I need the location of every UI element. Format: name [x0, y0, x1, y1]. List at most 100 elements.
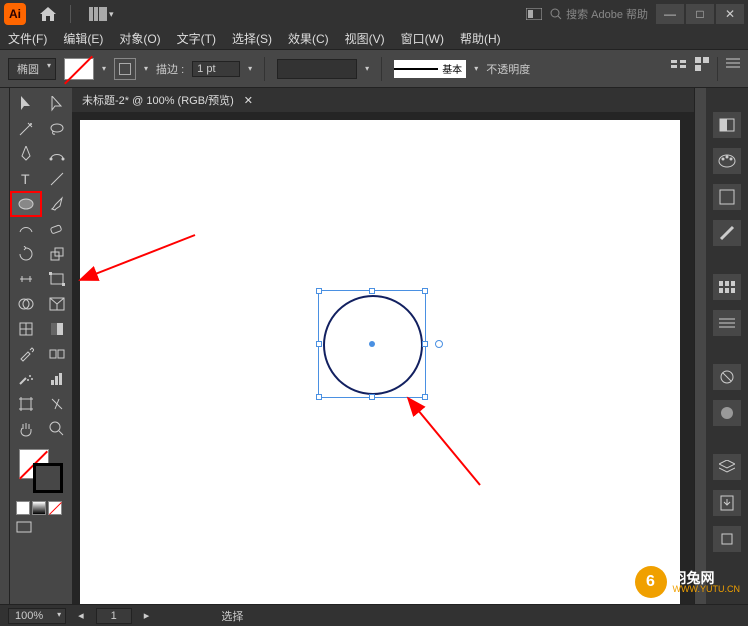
resize-handle-e[interactable]	[422, 341, 428, 347]
gradient-tool[interactable]	[42, 317, 72, 341]
stroke-swatch[interactable]	[114, 58, 136, 80]
menu-file[interactable]: 文件(F)	[8, 30, 47, 47]
rotate-tool[interactable]	[11, 242, 41, 266]
pen-tool[interactable]	[11, 142, 41, 166]
blend-tool[interactable]	[42, 342, 72, 366]
resize-handle-sw[interactable]	[316, 394, 322, 400]
arrange-dropdown-icon[interactable]: ▾	[109, 9, 114, 20]
menu-help[interactable]: 帮助(H)	[460, 30, 501, 47]
title-bar: Ai ▾ 搜索 Adobe 帮助 — □ ✕	[0, 0, 748, 28]
color-swatch[interactable]	[16, 501, 30, 515]
fill-dropdown-icon[interactable]: ▾	[102, 64, 106, 73]
stroke-dropdown-icon[interactable]: ▾	[144, 64, 148, 73]
symbol-sprayer-tool[interactable]	[11, 367, 41, 391]
bridge-icon[interactable]	[526, 8, 542, 20]
menu-object[interactable]: 对象(O)	[119, 30, 160, 47]
zoom-level-dropdown[interactable]: 100%	[8, 608, 66, 624]
appearance-panel-icon[interactable]	[713, 400, 741, 426]
menu-window[interactable]: 窗口(W)	[401, 30, 444, 47]
direct-selection-tool[interactable]	[42, 92, 72, 116]
transform-panel-icon[interactable]	[695, 57, 709, 81]
brush-definition[interactable]	[277, 59, 357, 79]
resize-handle-s[interactable]	[369, 394, 375, 400]
stroke-panel-icon[interactable]	[713, 310, 741, 336]
menu-effect[interactable]: 效果(C)	[288, 30, 329, 47]
gradient-swatch[interactable]	[32, 501, 46, 515]
maximize-button[interactable]: □	[686, 4, 714, 24]
stroke-color[interactable]	[33, 463, 63, 493]
brushes-panel-icon[interactable]	[713, 220, 741, 246]
align-panel-icon[interactable]	[671, 57, 687, 81]
control-bar: 椭圆 ▾ ▾ 描边 : ▾ ▾ 基本 ▾ 不透明度	[0, 50, 748, 88]
line-tool[interactable]	[42, 167, 72, 191]
document-tab[interactable]: 未标题-2* @ 100% (RGB/预览) ✕	[72, 88, 694, 112]
ellipse-tool[interactable]	[11, 192, 41, 216]
canvas[interactable]	[80, 120, 680, 604]
resize-handle-nw[interactable]	[316, 288, 322, 294]
curvature-tool[interactable]	[42, 142, 72, 166]
stroke-weight-input[interactable]	[192, 61, 240, 77]
layers-panel-icon[interactable]	[713, 454, 741, 480]
mesh-tool[interactable]	[11, 317, 41, 341]
asset-export-icon[interactable]	[713, 490, 741, 516]
close-tab-icon[interactable]: ✕	[244, 94, 253, 107]
shaper-tool[interactable]	[11, 217, 41, 241]
home-icon[interactable]	[40, 7, 56, 21]
watermark: 6 羽兔网 WWW.YUTU.CN	[635, 566, 741, 598]
opacity-label[interactable]: 不透明度	[486, 61, 530, 77]
artboards-panel-icon[interactable]	[713, 526, 741, 552]
menu-edit[interactable]: 编辑(E)	[63, 30, 103, 47]
left-strip	[0, 88, 10, 604]
symbols-panel-icon[interactable]	[713, 274, 741, 300]
pie-handle[interactable]	[435, 340, 443, 348]
menu-select[interactable]: 选择(S)	[232, 30, 272, 47]
arrange-docs-icon[interactable]	[89, 7, 107, 21]
selection-tool[interactable]	[11, 92, 41, 116]
resize-handle-ne[interactable]	[422, 288, 428, 294]
fill-swatch[interactable]	[64, 58, 94, 80]
color-panel-icon[interactable]	[713, 148, 741, 174]
selection-box[interactable]	[318, 290, 426, 398]
zoom-tool[interactable]	[42, 417, 72, 441]
artboard-tool[interactable]	[11, 392, 41, 416]
screen-mode-icon[interactable]	[16, 521, 72, 535]
eraser-tool[interactable]	[42, 217, 72, 241]
swatches-panel-icon[interactable]	[713, 184, 741, 210]
document-tab-title: 未标题-2* @ 100% (RGB/预览)	[82, 92, 234, 108]
resize-handle-se[interactable]	[422, 394, 428, 400]
minimize-button[interactable]: —	[656, 4, 684, 24]
artboard-nav-prev-icon[interactable]: ◂	[78, 609, 84, 622]
width-tool[interactable]	[11, 267, 41, 291]
artboard-nav-next-icon[interactable]: ▸	[144, 609, 150, 622]
lasso-tool[interactable]	[42, 117, 72, 141]
free-transform-tool[interactable]	[42, 267, 72, 291]
resize-handle-n[interactable]	[369, 288, 375, 294]
none-swatch[interactable]	[48, 501, 62, 515]
shape-builder-tool[interactable]	[11, 292, 41, 316]
artboard-number[interactable]: 1	[96, 608, 132, 624]
eyedropper-tool[interactable]	[11, 342, 41, 366]
shape-type-dropdown[interactable]: 椭圆	[8, 58, 56, 80]
style-dropdown-icon[interactable]: ▾	[474, 64, 478, 73]
resize-handle-w[interactable]	[316, 341, 322, 347]
column-graph-tool[interactable]	[42, 367, 72, 391]
scale-tool[interactable]	[42, 242, 72, 266]
hand-tool[interactable]	[11, 417, 41, 441]
perspective-tool[interactable]	[42, 292, 72, 316]
close-button[interactable]: ✕	[716, 4, 744, 24]
graphic-style[interactable]: 基本	[394, 60, 466, 78]
paintbrush-tool[interactable]	[42, 192, 72, 216]
search-box[interactable]: 搜索 Adobe 帮助	[550, 6, 648, 22]
menu-view[interactable]: 视图(V)	[345, 30, 385, 47]
watermark-logo-icon: 6	[635, 566, 667, 598]
libraries-panel-icon[interactable]	[713, 112, 741, 138]
slice-tool[interactable]	[42, 392, 72, 416]
stroke-dropdown-chevron[interactable]: ▾	[248, 64, 252, 73]
type-tool[interactable]: T	[11, 167, 41, 191]
graphic-styles-icon[interactable]	[713, 364, 741, 390]
magic-wand-tool[interactable]	[11, 117, 41, 141]
brush-dropdown-icon[interactable]: ▾	[365, 64, 369, 73]
menu-type[interactable]: 文字(T)	[177, 30, 216, 47]
panel-menu-icon[interactable]	[726, 57, 740, 81]
fill-stroke-control[interactable]	[19, 449, 63, 493]
